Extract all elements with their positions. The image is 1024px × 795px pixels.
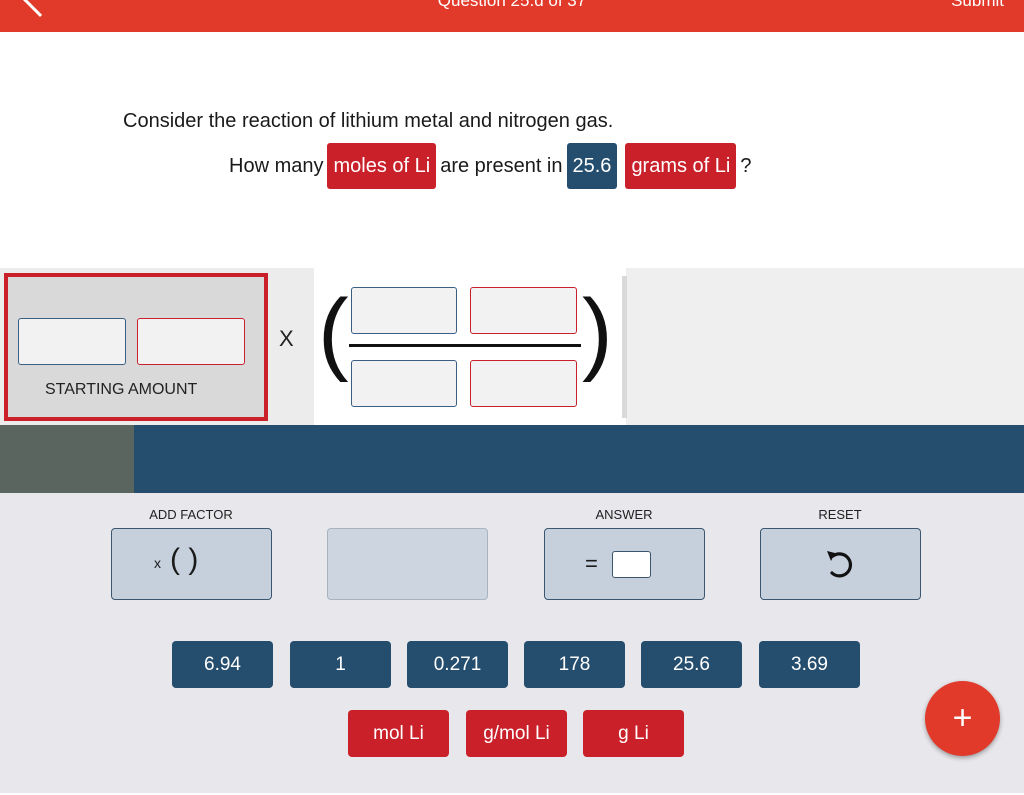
add-factor-label: ADD FACTOR bbox=[149, 507, 233, 522]
question-prompt: Consider the reaction of lithium metal a… bbox=[123, 110, 614, 132]
denominator-unit-slot[interactable] bbox=[470, 360, 577, 407]
question-mark: ? bbox=[740, 154, 752, 177]
tray-gray-block bbox=[0, 425, 134, 493]
question-counter: Question 25.d of 37 bbox=[437, 0, 587, 10]
given-unit-chip: grams of Li bbox=[625, 143, 737, 189]
target-unit-chip: moles of Li bbox=[327, 143, 437, 189]
fraction-bar bbox=[349, 344, 581, 347]
starting-amount-box[interactable]: STARTING AMOUNT bbox=[4, 273, 268, 421]
question-text-how-many: How many bbox=[229, 154, 324, 177]
number-tile[interactable]: 25.6 bbox=[641, 641, 742, 688]
workspace-empty-area bbox=[627, 268, 1024, 425]
answer-label: ANSWER bbox=[595, 507, 653, 522]
answer-equals: = bbox=[585, 551, 598, 576]
right-parenthesis: ) bbox=[582, 281, 613, 383]
number-tile[interactable]: 6.94 bbox=[172, 641, 273, 688]
tile-tray-band bbox=[0, 425, 1024, 493]
number-tile[interactable]: 3.69 bbox=[759, 641, 860, 688]
conversion-factor-area: ( ) bbox=[314, 268, 626, 425]
unit-tile[interactable]: g/mol Li bbox=[466, 710, 567, 757]
number-tile[interactable]: 1 bbox=[290, 641, 391, 688]
numerator-value-slot[interactable] bbox=[351, 287, 457, 334]
number-tile[interactable]: 0.271 bbox=[407, 641, 508, 688]
answer-button[interactable]: = bbox=[544, 528, 705, 600]
add-factor-parens: ( ) bbox=[170, 543, 199, 576]
question-line: How many moles of Li are present in 25.6… bbox=[229, 142, 752, 190]
add-factor-button[interactable]: x ( ) bbox=[111, 528, 272, 600]
left-parenthesis: ( bbox=[318, 281, 349, 383]
number-tile[interactable]: 178 bbox=[524, 641, 625, 688]
starting-amount-label: STARTING AMOUNT bbox=[45, 381, 198, 398]
question-text-present-in: are present in bbox=[440, 154, 563, 177]
denominator-value-slot[interactable] bbox=[351, 360, 457, 407]
add-factor-x: x bbox=[154, 555, 161, 571]
reset-button[interactable] bbox=[760, 528, 921, 600]
question-area: Consider the reaction of lithium metal a… bbox=[0, 32, 1024, 268]
workspace: STARTING AMOUNT X ( ) bbox=[0, 268, 1024, 425]
unit-tile[interactable]: g Li bbox=[583, 710, 684, 757]
starting-unit-slot[interactable] bbox=[137, 318, 245, 365]
add-fab-button[interactable]: + bbox=[925, 681, 1000, 756]
answer-box-icon bbox=[612, 551, 651, 578]
numerator-unit-slot[interactable] bbox=[470, 287, 577, 334]
multiply-symbol: X bbox=[279, 326, 294, 351]
given-value-chip: 25.6 bbox=[566, 143, 618, 189]
controls-panel: ADD FACTOR x ( ) ANSWER = RESET 6.94 1 0… bbox=[0, 493, 1024, 793]
reset-label: RESET bbox=[818, 507, 862, 522]
starting-value-slot[interactable] bbox=[18, 318, 126, 365]
undo-icon bbox=[823, 547, 857, 586]
top-bar: Question 25.d of 37 Submit bbox=[0, 0, 1024, 32]
submit-button[interactable]: Submit bbox=[951, 0, 1004, 11]
unit-tile[interactable]: mol Li bbox=[348, 710, 449, 757]
blank-control-button bbox=[327, 528, 488, 600]
